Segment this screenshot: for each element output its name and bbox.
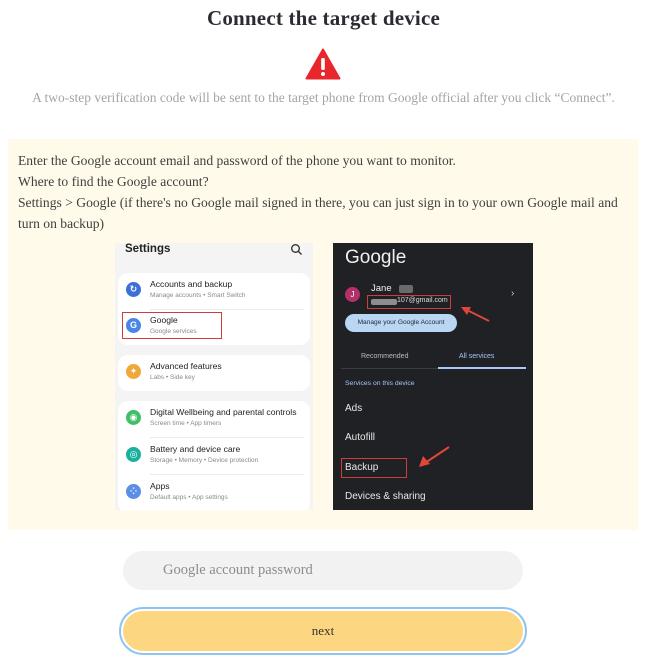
gear-icon: ✦: [126, 364, 141, 379]
settings-item-label: Accounts and backup: [150, 279, 233, 289]
settings-item-advanced: ✦ Advanced features Labs • Side key: [118, 355, 310, 391]
verification-note: A two-step verification code will be sen…: [32, 90, 615, 105]
settings-item-sub: Default apps • App settings: [150, 494, 228, 501]
wellbeing-icon: ◉: [126, 410, 141, 425]
sync-icon: ↻: [126, 282, 141, 297]
blurred-name-mask: [399, 285, 413, 293]
tab-active-indicator: [438, 367, 526, 369]
battery-icon: ◎: [126, 447, 141, 462]
search-icon: [291, 244, 302, 255]
settings-title: Settings: [125, 243, 171, 255]
google-item-devices-sharing: Devices & sharing: [345, 491, 426, 502]
avatar: J: [345, 287, 360, 302]
settings-item-google: G Google Google services: [118, 309, 310, 345]
settings-item-sub: Manage accounts • Smart Switch: [150, 292, 246, 299]
arrow-icon: [419, 446, 450, 467]
tab-all-services: All services: [459, 353, 495, 360]
apps-icon: ⁘: [126, 484, 141, 499]
google-title: Google: [345, 247, 407, 268]
next-button-focus-ring: next: [119, 607, 527, 655]
account-name: Jane: [371, 283, 392, 294]
settings-item-sub: Storage • Memory • Device protection: [150, 457, 259, 464]
instruction-line-2: Where to find the Google account?: [18, 174, 209, 189]
instructions-panel: Enter the Google account email and passw…: [8, 139, 638, 530]
instruction-line-3: Settings > Google (if there's no Google …: [18, 195, 618, 231]
settings-item-apps: ⁘ Apps Default apps • App settings: [118, 475, 310, 510]
settings-item-label: Battery and device care: [150, 444, 241, 454]
settings-item-sub: Screen time • App timers: [150, 420, 222, 427]
settings-item-battery: ◎ Battery and device care Storage • Memo…: [118, 438, 310, 474]
instructions-text: Enter the Google account email and passw…: [18, 150, 628, 234]
password-input[interactable]: [123, 551, 523, 590]
tab-recommended: Recommended: [361, 353, 409, 360]
settings-card-advanced: ✦ Advanced features Labs • Side key: [118, 355, 310, 391]
backup-highlight-box: [341, 458, 407, 478]
settings-item-accounts: ↻ Accounts and backup Manage accounts • …: [118, 273, 310, 309]
google-highlight-box: [122, 312, 222, 339]
account-email: 107@gmail.com: [397, 297, 448, 304]
blurred-email-mask: [371, 299, 397, 305]
settings-item-label: Advanced features: [150, 361, 222, 371]
settings-item-sub: Labs • Side key: [150, 374, 195, 381]
section-header: Services on this device: [345, 380, 415, 387]
google-screenshot: Google J Jane 107@gmail.com › Manage you…: [333, 243, 533, 510]
google-item-autofill: Autofill: [345, 432, 376, 443]
page-title: Connect the target device: [206, 6, 440, 30]
settings-item-label: Digital Wellbeing and parental controls: [150, 407, 297, 417]
settings-card-accounts: ↻ Accounts and backup Manage accounts • …: [118, 273, 310, 345]
google-item-ads: Ads: [345, 403, 363, 414]
chevron-right-icon: ›: [511, 288, 515, 299]
settings-card-device: ◉ Digital Wellbeing and parental control…: [118, 401, 310, 510]
settings-screenshot: Settings ↻ Accounts and backup Manage ac…: [115, 243, 313, 510]
manage-account-button: Manage your Google Account: [345, 314, 457, 332]
arrow-icon: [461, 307, 490, 322]
settings-header: Settings: [115, 243, 313, 269]
settings-item-label: Apps: [150, 481, 170, 491]
next-button[interactable]: next: [123, 611, 523, 651]
instruction-line-1: Enter the Google account email and passw…: [18, 153, 456, 168]
warning-triangle-icon: [305, 48, 341, 80]
settings-item-wellbeing: ◉ Digital Wellbeing and parental control…: [118, 401, 310, 437]
